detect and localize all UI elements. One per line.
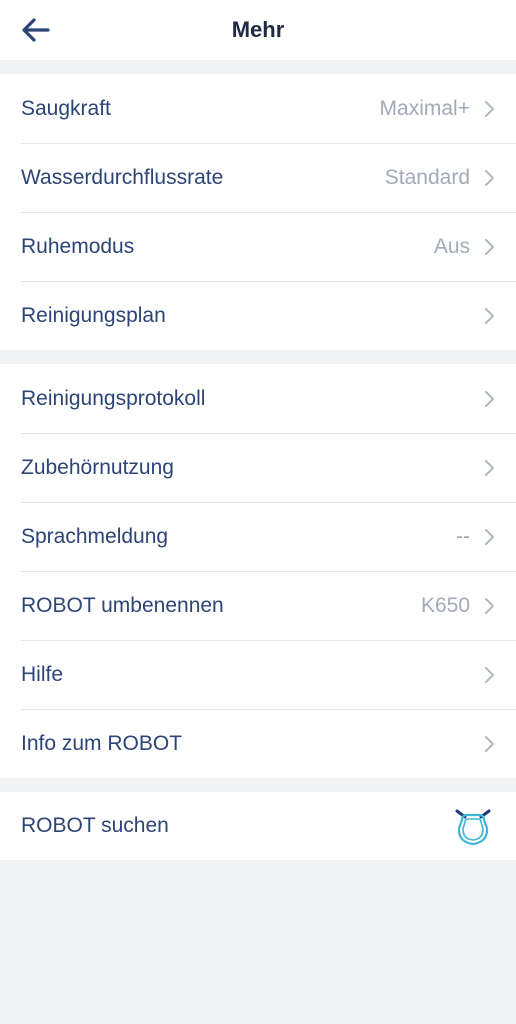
chevron-right-icon <box>485 666 494 683</box>
chevron-right-icon <box>485 597 494 614</box>
setting-row-saugkraft[interactable]: Saugkraft Maximal+ <box>0 74 516 143</box>
top-bar: Mehr <box>0 0 516 60</box>
page-title: Mehr <box>231 17 285 42</box>
setting-row-robot-umbenennen[interactable]: ROBOT umbenennen K650 <box>0 571 516 640</box>
setting-label: Ruhemodus <box>21 234 135 258</box>
setting-row-ruhemodus[interactable]: Ruhemodus Aus <box>0 212 516 281</box>
setting-row-wasserdurchflussrate[interactable]: Wasserdurchflussrate Standard <box>0 143 516 212</box>
setting-label: Wasserdurchflussrate <box>21 165 224 189</box>
setting-value: K650 <box>420 593 470 617</box>
setting-row-sprachmeldung[interactable]: Sprachmeldung -- <box>0 502 516 571</box>
chevron-right-icon <box>485 238 494 255</box>
find-robot-label: ROBOT suchen <box>21 814 169 837</box>
chevron-right-icon <box>485 100 494 117</box>
setting-row-hilfe[interactable]: Hilfe <box>0 640 516 709</box>
setting-value: Aus <box>433 234 470 258</box>
chevron-right-icon <box>485 307 494 324</box>
setting-label: Reinigungsplan <box>21 303 166 327</box>
setting-value: Standard <box>384 165 470 189</box>
setting-label: Saugkraft <box>21 96 111 120</box>
chevron-right-icon <box>485 528 494 545</box>
setting-label: Info zum ROBOT <box>21 731 183 755</box>
find-robot-section: ROBOT suchen <box>0 792 516 860</box>
chevron-right-icon <box>485 735 494 752</box>
arrow-left-icon <box>22 18 50 42</box>
setting-value: Maximal+ <box>379 96 470 120</box>
chevron-right-icon <box>485 459 494 476</box>
setting-label: ROBOT umbenennen <box>21 593 224 617</box>
find-robot-row[interactable]: ROBOT suchen <box>0 792 516 860</box>
setting-label: Hilfe <box>21 662 64 686</box>
back-button[interactable] <box>14 10 58 50</box>
setting-row-zubehoernutzung[interactable]: Zubehörnutzung <box>0 433 516 502</box>
robot-vacuum-icon[interactable] <box>451 804 495 848</box>
setting-row-reinigungsplan[interactable]: Reinigungsplan <box>0 281 516 350</box>
settings-section-1: Saugkraft Maximal+ Wasserdurchflussrate … <box>0 74 516 350</box>
setting-row-reinigungsprotokoll[interactable]: Reinigungsprotokoll <box>0 364 516 433</box>
setting-value: -- <box>456 524 470 548</box>
chevron-right-icon <box>485 390 494 407</box>
setting-label: Reinigungsprotokoll <box>21 386 206 410</box>
setting-label: Sprachmeldung <box>21 524 169 548</box>
settings-section-2: Reinigungsprotokoll Zubehörnutzung Sprac… <box>0 364 516 778</box>
setting-row-info-zum-robot[interactable]: Info zum ROBOT <box>0 709 516 778</box>
setting-label: Zubehörnutzung <box>21 455 174 479</box>
chevron-right-icon <box>485 169 494 186</box>
